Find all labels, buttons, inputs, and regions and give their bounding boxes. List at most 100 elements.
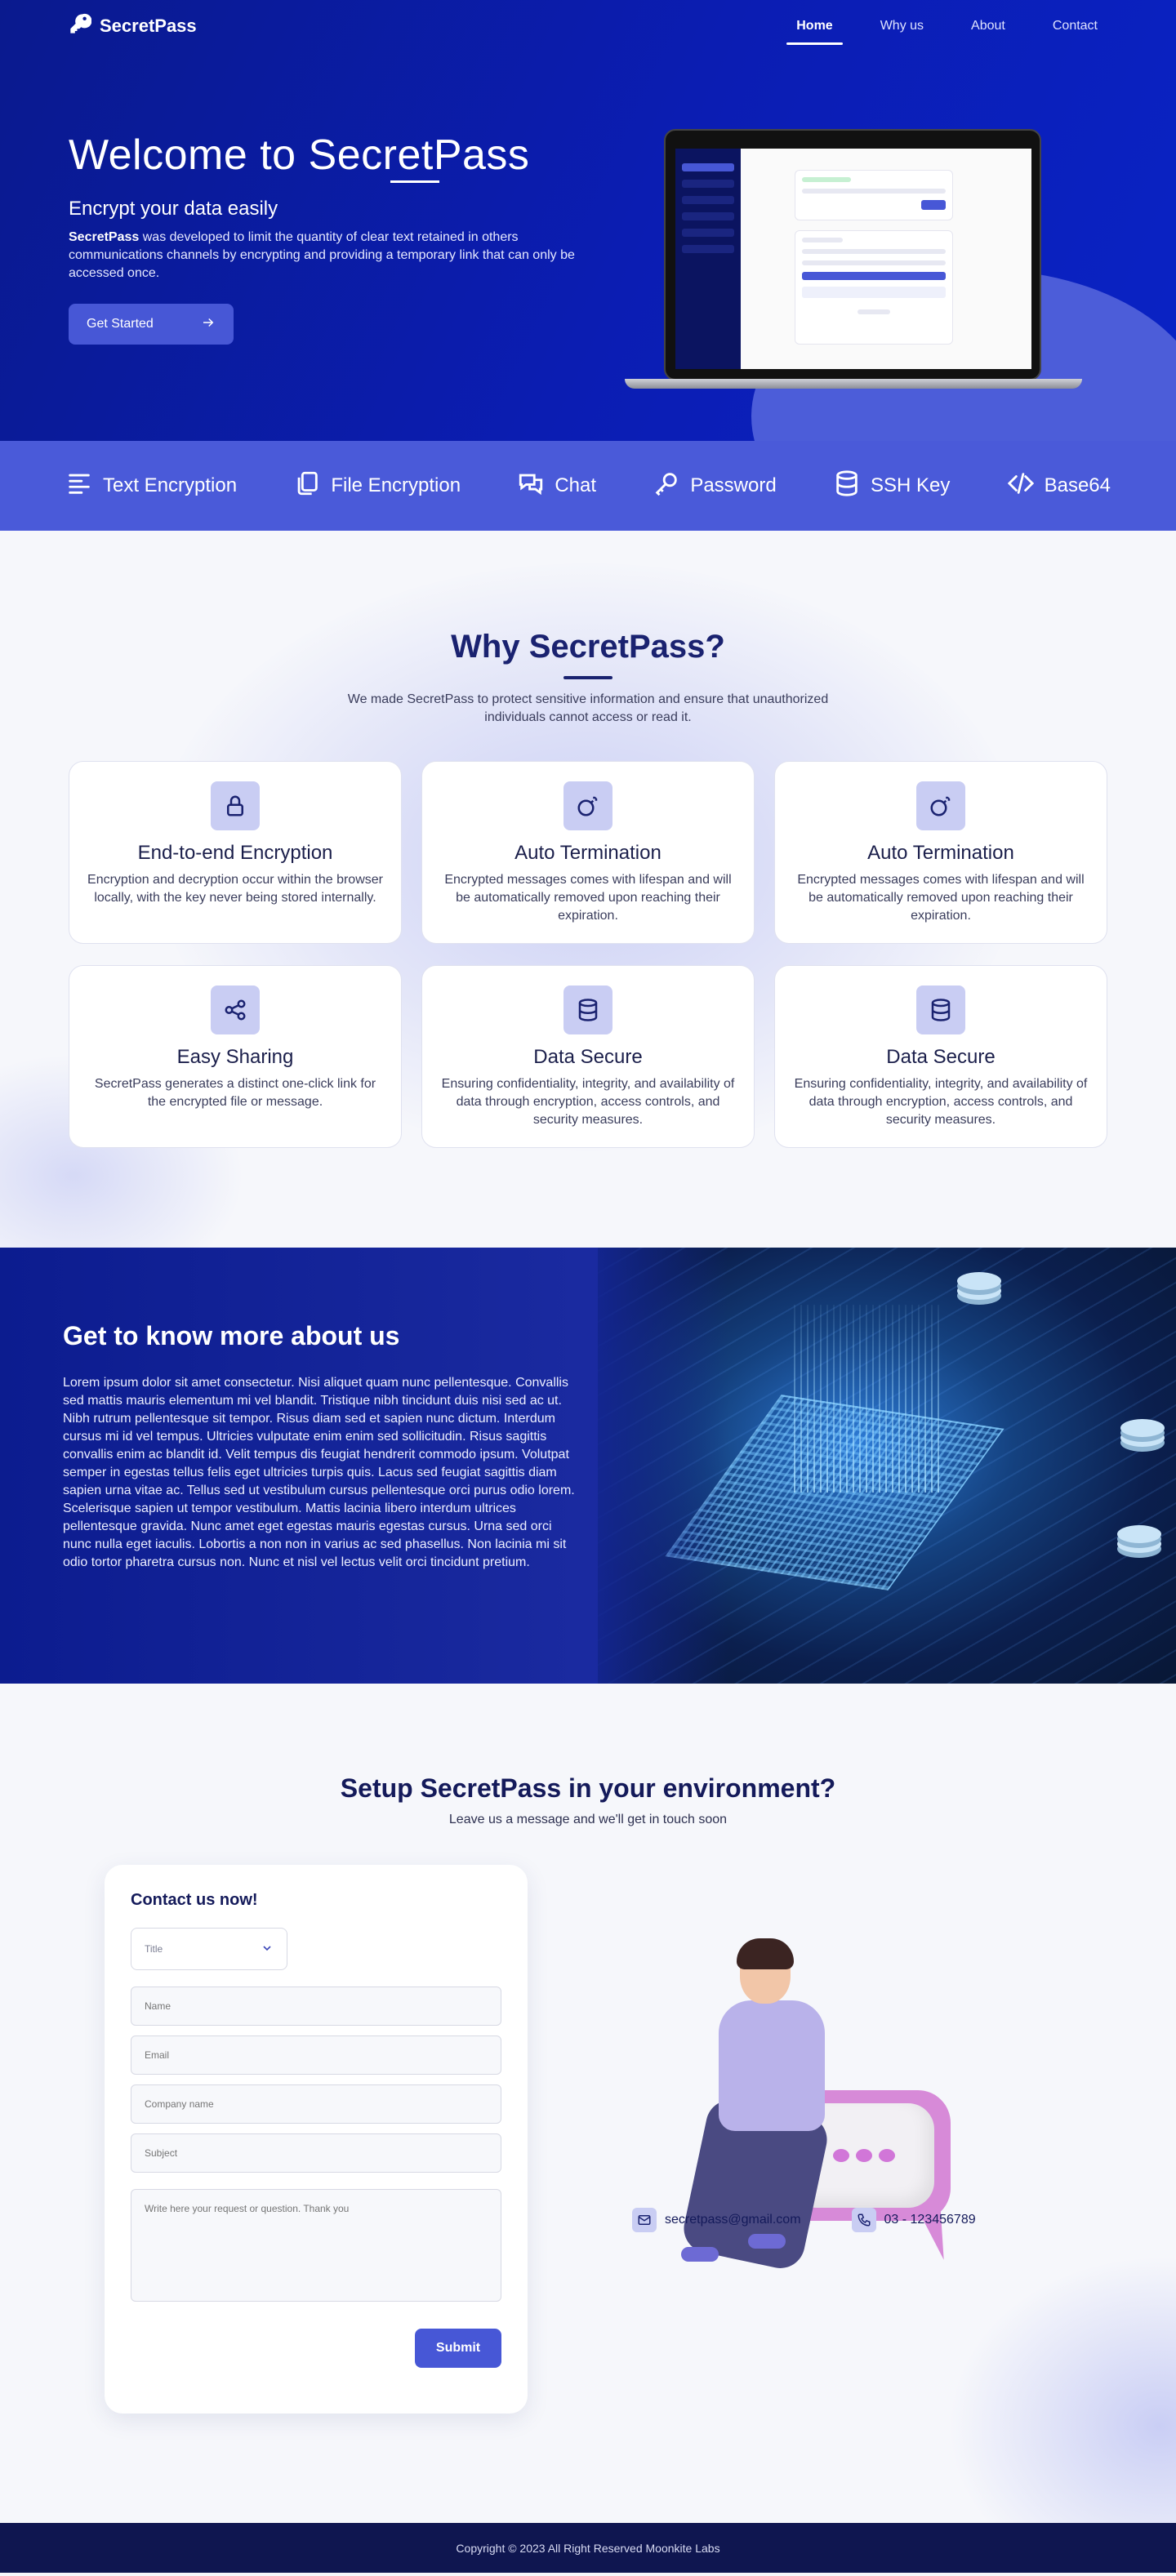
strip-item-label: Chat xyxy=(555,474,597,496)
strip-item-base64[interactable]: Base64 xyxy=(1007,469,1111,503)
feature-card-desc: Encrypted messages comes with lifespan a… xyxy=(797,873,1085,923)
contact-email-text: secretpass@gmail.com xyxy=(665,2213,801,2227)
key-logo-icon xyxy=(69,12,92,40)
capacitor xyxy=(1120,1419,1165,1437)
nav-links: Home Why us About Contact xyxy=(786,14,1107,45)
app-main-preview xyxy=(741,149,1031,369)
hero-subtitle: Encrypt your data easily xyxy=(69,198,278,220)
database-icon xyxy=(564,985,612,1034)
title-select[interactable]: Title xyxy=(131,1928,287,1970)
feature-card-title: Easy Sharing xyxy=(176,1046,294,1068)
bomb-icon xyxy=(916,781,965,830)
typing-dot xyxy=(879,2149,895,2162)
brand-logo[interactable]: SecretPass xyxy=(69,12,197,40)
typing-dot xyxy=(856,2149,872,2162)
laptop-lid xyxy=(664,129,1041,380)
contact-subtitle: Leave us a message and we'll get in touc… xyxy=(448,1813,728,1826)
feature-card-desc: Encryption and decryption occur within t… xyxy=(87,873,383,905)
database-icon xyxy=(916,985,965,1034)
typing-dot xyxy=(833,2149,849,2162)
chip-light-pillars xyxy=(794,1305,941,1493)
email-field[interactable] xyxy=(131,2035,501,2075)
chat-icon xyxy=(517,469,545,503)
strip-item-text-encryption[interactable]: Text Encryption xyxy=(65,469,237,503)
person-hair xyxy=(737,1938,794,1969)
person-shoe xyxy=(748,2234,786,2249)
feature-card: Data Secure Ensuring confidentiality, in… xyxy=(421,965,755,1148)
get-started-label: Get Started xyxy=(87,317,154,331)
company-name-field[interactable] xyxy=(131,2084,501,2124)
lock-icon xyxy=(211,781,260,830)
image-fade xyxy=(598,1248,728,1684)
feature-card-title: End-to-end Encryption xyxy=(137,842,333,864)
chevron-down-icon xyxy=(261,1942,274,1957)
contact-title: Setup SecretPass in your environment? xyxy=(340,1773,836,1803)
contact-phone[interactable]: 03 - 123456789 xyxy=(851,2208,976,2232)
key-icon xyxy=(653,469,680,503)
strip-item-file-encryption[interactable]: File Encryption xyxy=(293,469,461,503)
preview-card-bottom xyxy=(795,230,953,345)
hero-description-bold: SecretPass xyxy=(69,230,140,244)
feature-card: End-to-end Encryption Encryption and dec… xyxy=(69,761,402,944)
why-section: Why SecretPass? We made SecretPass to pr… xyxy=(0,531,1176,1248)
footer: Copyright © 2023 All Right Reserved Moon… xyxy=(0,2523,1176,2573)
feature-card: Data Secure Ensuring confidentiality, in… xyxy=(774,965,1107,1148)
brand-name: SecretPass xyxy=(100,16,197,36)
capacitor xyxy=(1117,1525,1161,1543)
feature-card: Auto Termination Encrypted messages come… xyxy=(774,761,1107,944)
nav-link-home[interactable]: Home xyxy=(786,14,844,45)
feature-card: Easy Sharing SecretPass generates a dist… xyxy=(69,965,402,1148)
code-icon xyxy=(1007,469,1035,503)
hero-title-brand: SecretPass xyxy=(308,131,530,183)
get-started-button[interactable]: Get Started xyxy=(69,304,234,345)
bomb-icon xyxy=(564,781,612,830)
hero-content: Welcome to SecretPass Encrypt your data … xyxy=(69,131,591,345)
feature-card-desc: Encrypted messages comes with lifespan a… xyxy=(444,873,732,923)
strip-item-label: Base64 xyxy=(1044,474,1111,496)
strip-item-chat[interactable]: Chat xyxy=(517,469,596,503)
hero-title-prefix: Welcome to xyxy=(69,131,309,179)
subject-field[interactable] xyxy=(131,2133,501,2173)
feature-card-desc: Ensuring confidentiality, integrity, and… xyxy=(794,1077,1088,1127)
about-title: Get to know more about us xyxy=(63,1321,400,1350)
nav-link-why-us[interactable]: Why us xyxy=(871,14,933,38)
strip-item-ssh-key[interactable]: SSH Key xyxy=(833,469,950,503)
strip-item-label: File Encryption xyxy=(331,474,461,496)
background-glow xyxy=(947,2255,1176,2523)
strip-item-label: Text Encryption xyxy=(103,474,238,496)
feature-card-desc: SecretPass generates a distinct one-clic… xyxy=(94,1077,376,1109)
hero-title: Welcome to SecretPass xyxy=(69,131,591,183)
form-title: Contact us now! xyxy=(131,1891,258,1909)
feature-card-desc: Ensuring confidentiality, integrity, and… xyxy=(441,1077,735,1127)
submit-button[interactable]: Submit xyxy=(415,2329,501,2368)
why-title: Why SecretPass? xyxy=(451,629,725,665)
contact-info: secretpass@gmail.com 03 - 123456789 xyxy=(632,2208,976,2232)
laptop-base xyxy=(625,379,1082,389)
contact-email[interactable]: secretpass@gmail.com xyxy=(632,2208,801,2232)
arrow-right-icon xyxy=(201,315,216,334)
laptop-mockup xyxy=(625,129,1082,395)
strip-item-password[interactable]: Password xyxy=(653,469,777,503)
message-field[interactable] xyxy=(131,2189,501,2302)
capacitor xyxy=(957,1272,1001,1290)
files-icon xyxy=(293,469,321,503)
strip-item-label: SSH Key xyxy=(870,474,951,496)
nav-link-contact[interactable]: Contact xyxy=(1043,14,1107,38)
about-section: Get to know more about us Lorem ipsum do… xyxy=(0,1248,1176,1684)
copyright-text: Copyright © 2023 All Right Reserved Moon… xyxy=(456,2541,720,2555)
person-shoe xyxy=(681,2247,719,2262)
name-field[interactable] xyxy=(131,1987,501,2026)
top-navbar: SecretPass Home Why us About Contact xyxy=(0,0,1176,52)
contact-phone-text: 03 - 123456789 xyxy=(884,2213,976,2227)
about-body: Lorem ipsum dolor sit amet consectetur. … xyxy=(63,1376,575,1569)
contact-section: Setup SecretPass in your environment? Le… xyxy=(0,1684,1176,2523)
feature-card: Auto Termination Encrypted messages come… xyxy=(421,761,755,944)
title-select-value: Title xyxy=(145,1943,163,1955)
text-align-icon xyxy=(65,469,93,503)
features-strip: Text Encryption File Encryption Chat Pas… xyxy=(0,441,1176,531)
app-sidebar-preview xyxy=(675,149,741,369)
nav-link-about[interactable]: About xyxy=(961,14,1015,38)
feature-card-title: Auto Termination xyxy=(514,842,662,864)
feature-cards-grid: End-to-end Encryption Encryption and dec… xyxy=(69,761,1107,1148)
person-chat-illustration xyxy=(670,1938,964,2335)
